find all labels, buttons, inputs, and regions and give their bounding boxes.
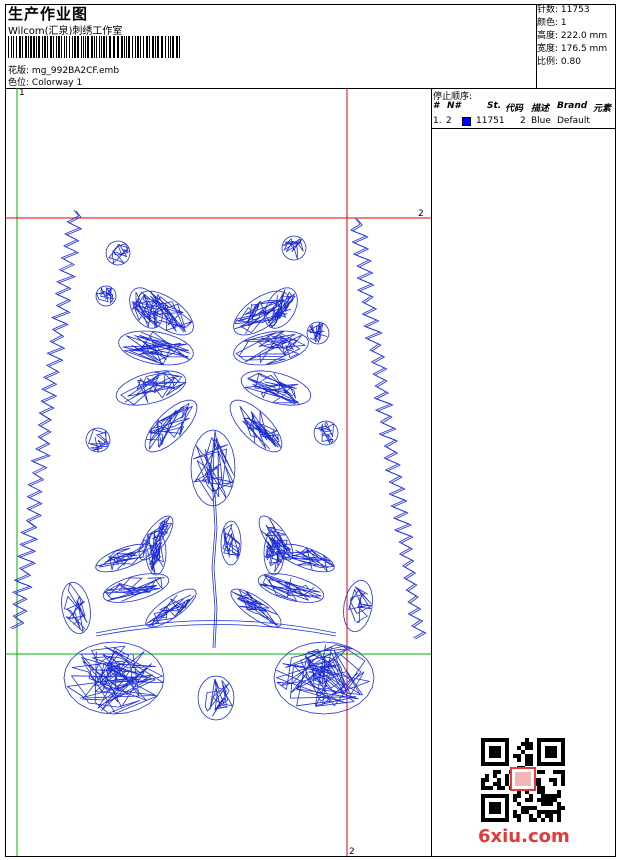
col-index: # [433,101,440,111]
col-brand: Brand [557,101,588,111]
col-element: 元素 [593,104,612,114]
stop-panel-divider [431,128,616,129]
zigzag-border-left [9,209,80,629]
rosette-3 [95,285,117,307]
row-brand: Default [557,116,590,126]
page-title: 生产作业图 [8,5,89,23]
row-needle: 2 [446,116,452,126]
guide-label-bottom-right: 2 [349,847,355,857]
row-code: 2 [520,116,526,126]
col-code: 代码 [505,104,524,114]
rosette-6 [313,420,339,446]
leaf-3 [95,543,153,573]
row-desc: Blue [531,116,551,126]
row-index: 1. [433,116,442,126]
colorway-label: 色位: [8,78,30,88]
col-desc: 描述 [531,104,550,114]
thread-color-swatch [462,117,471,126]
barcode [8,36,180,58]
stat-colors: 颜色: 1 [537,18,567,28]
stats-panel: 针数: 11753 颜色: 1 高度: 222.0 mm 宽度: 176.5 m… [537,4,607,69]
row-stitches: 11751 [476,116,505,126]
guide-label-right-top: 2 [418,209,424,219]
stat-width: 宽度: 176.5 mm [537,44,608,54]
panel-divider [431,88,432,857]
col-stitches: St. [487,101,502,111]
company-name: Wilcom(汇泉)刺绣工作室 [8,26,123,37]
stat-height: 高度: 222.0 mm [537,31,608,41]
colorway-line: 色位: Colorway 1 [8,75,82,88]
embroidery-preview [6,88,431,856]
guide-label-top-left: 1 [19,88,25,98]
stat-scale: 比例: 0.80 [537,57,581,67]
colorway-value: Colorway 1 [31,78,83,88]
site-watermark: 6xiu.com [478,826,570,847]
stat-stitches: 针数: 11753 [537,5,590,15]
col-needle: N# [447,101,461,111]
qr-code [481,738,565,822]
